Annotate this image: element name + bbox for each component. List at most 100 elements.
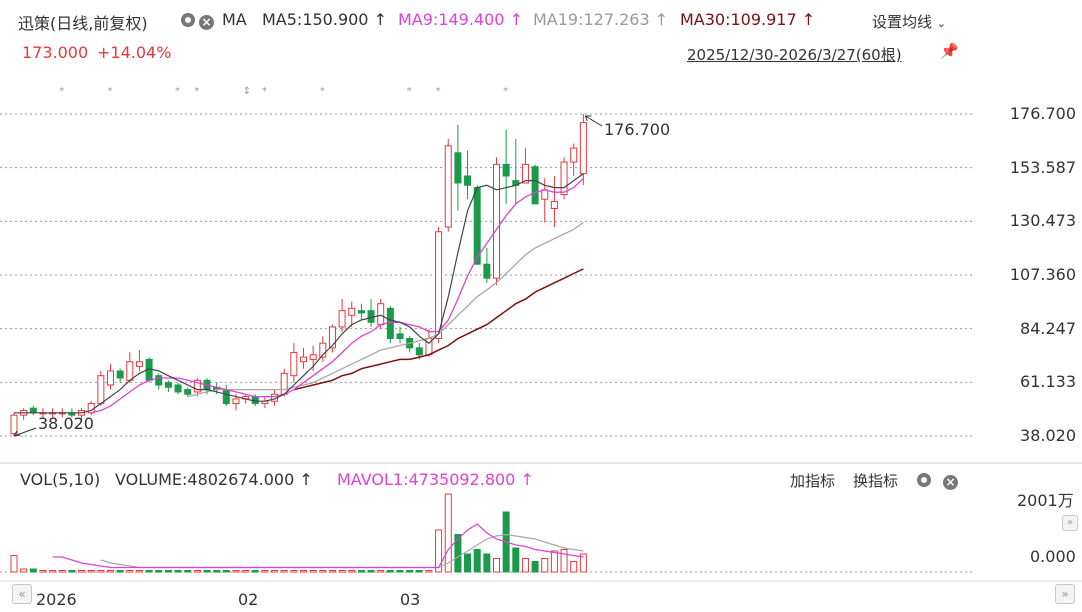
high-annotation: 176.700 <box>604 120 671 139</box>
volume-bar <box>261 570 269 573</box>
gear-icon[interactable] <box>917 472 931 491</box>
volume-bar <box>135 570 143 573</box>
price-axis-label: 84.247 <box>1020 318 1076 338</box>
close-icon[interactable]: × <box>943 471 958 490</box>
price-axis-label: 176.700 <box>1009 104 1076 123</box>
candle-up <box>300 356 307 363</box>
volume-bar <box>232 570 240 573</box>
candle-down <box>531 166 539 205</box>
candle-down <box>116 370 124 379</box>
candle-down <box>29 407 37 414</box>
volume-bar <box>78 570 86 573</box>
volume-bar <box>521 558 529 573</box>
candle-up <box>541 189 549 200</box>
volume-bar <box>58 570 66 573</box>
date-label-mar: 03 <box>400 590 421 609</box>
volume-bar <box>348 570 356 573</box>
volume-bar <box>68 570 76 573</box>
volume-bar <box>425 570 433 573</box>
candle-down <box>251 396 259 405</box>
volume-bar <box>309 570 317 573</box>
candle-up <box>309 354 317 360</box>
volume-bar <box>155 570 163 573</box>
price-axis-label: 38.020 <box>1020 426 1076 445</box>
candle-up <box>135 361 143 367</box>
candle-up <box>444 145 452 228</box>
volume-bar <box>570 561 578 573</box>
volume-bar <box>454 534 462 573</box>
add-indicator-button[interactable]: 加指标 <box>790 470 835 491</box>
volume-bar <box>357 570 365 573</box>
volume-bar <box>367 570 375 573</box>
volume-bar <box>271 570 279 573</box>
volume-bar <box>20 568 28 573</box>
candle-up <box>290 351 298 377</box>
candle-down <box>184 389 192 395</box>
volume-bar <box>493 558 500 573</box>
volume-bar <box>222 570 230 573</box>
candle-up <box>579 122 587 175</box>
volume-bar <box>531 561 539 573</box>
volume-bar <box>338 570 346 573</box>
candle-down <box>502 163 510 177</box>
candle-down <box>174 384 182 393</box>
collapse-button[interactable]: » <box>1062 515 1078 531</box>
volume-bar <box>87 570 95 573</box>
volume-bar <box>251 570 259 573</box>
volume-bar <box>242 570 250 573</box>
vol-axis-zero: 0.000 <box>1030 547 1076 566</box>
candle-up <box>97 375 105 405</box>
scroll-right-button[interactable]: » <box>1055 584 1075 604</box>
ma19-line <box>187 221 584 398</box>
volume-bar <box>145 570 153 573</box>
candle-down <box>454 152 462 184</box>
candle-up <box>10 414 18 435</box>
candle-up <box>280 372 288 395</box>
mavol2-line <box>100 533 584 569</box>
candle-down <box>464 175 472 186</box>
candle-down <box>357 310 365 314</box>
volume-bar <box>126 570 134 573</box>
date-label-2026: 2026 <box>36 590 77 609</box>
volume-bar <box>203 570 211 573</box>
candle-down <box>367 310 375 323</box>
volume-bar <box>107 570 114 573</box>
scroll-left-button[interactable]: « <box>12 584 32 604</box>
volume-bar <box>560 549 568 573</box>
volume-bar <box>10 555 18 573</box>
switch-indicator-button[interactable]: 换指标 <box>853 470 898 491</box>
volume-bar <box>541 558 549 573</box>
candle-up <box>493 163 500 279</box>
volume-bar <box>464 553 472 573</box>
volume-bar <box>396 570 404 573</box>
volume-bar <box>184 570 192 573</box>
volume-bar <box>512 547 520 573</box>
price-axis-label: 61.133 <box>1020 372 1076 392</box>
candle-down <box>155 375 163 386</box>
price-axis-label: 130.473 <box>1009 211 1076 231</box>
volume-bar <box>116 570 124 573</box>
mavol1-value: MAVOL1:4735092.800 ↑ <box>337 470 534 489</box>
candle-up <box>338 310 346 328</box>
volume-bar <box>319 570 327 573</box>
volume-bar <box>213 570 221 573</box>
volume-bar <box>550 550 558 573</box>
kline-chart[interactable] <box>0 0 1082 612</box>
volume-bar <box>97 570 105 573</box>
candle-down <box>483 263 491 279</box>
candle-down <box>396 333 404 340</box>
low-annotation: 38.020 <box>38 414 94 433</box>
candle-up <box>377 303 385 326</box>
volume-bar <box>49 570 57 573</box>
volume-bar <box>193 570 201 573</box>
volume-bar <box>29 568 37 573</box>
volume-bar <box>406 570 414 573</box>
candle-up <box>570 147 578 163</box>
candle-up <box>435 231 443 340</box>
volume-bar <box>290 570 298 573</box>
candle-up <box>560 161 568 196</box>
date-label-feb: 02 <box>238 590 259 609</box>
volume-bar <box>300 570 307 573</box>
volume-bar <box>377 570 385 573</box>
volume-bar <box>444 493 452 573</box>
